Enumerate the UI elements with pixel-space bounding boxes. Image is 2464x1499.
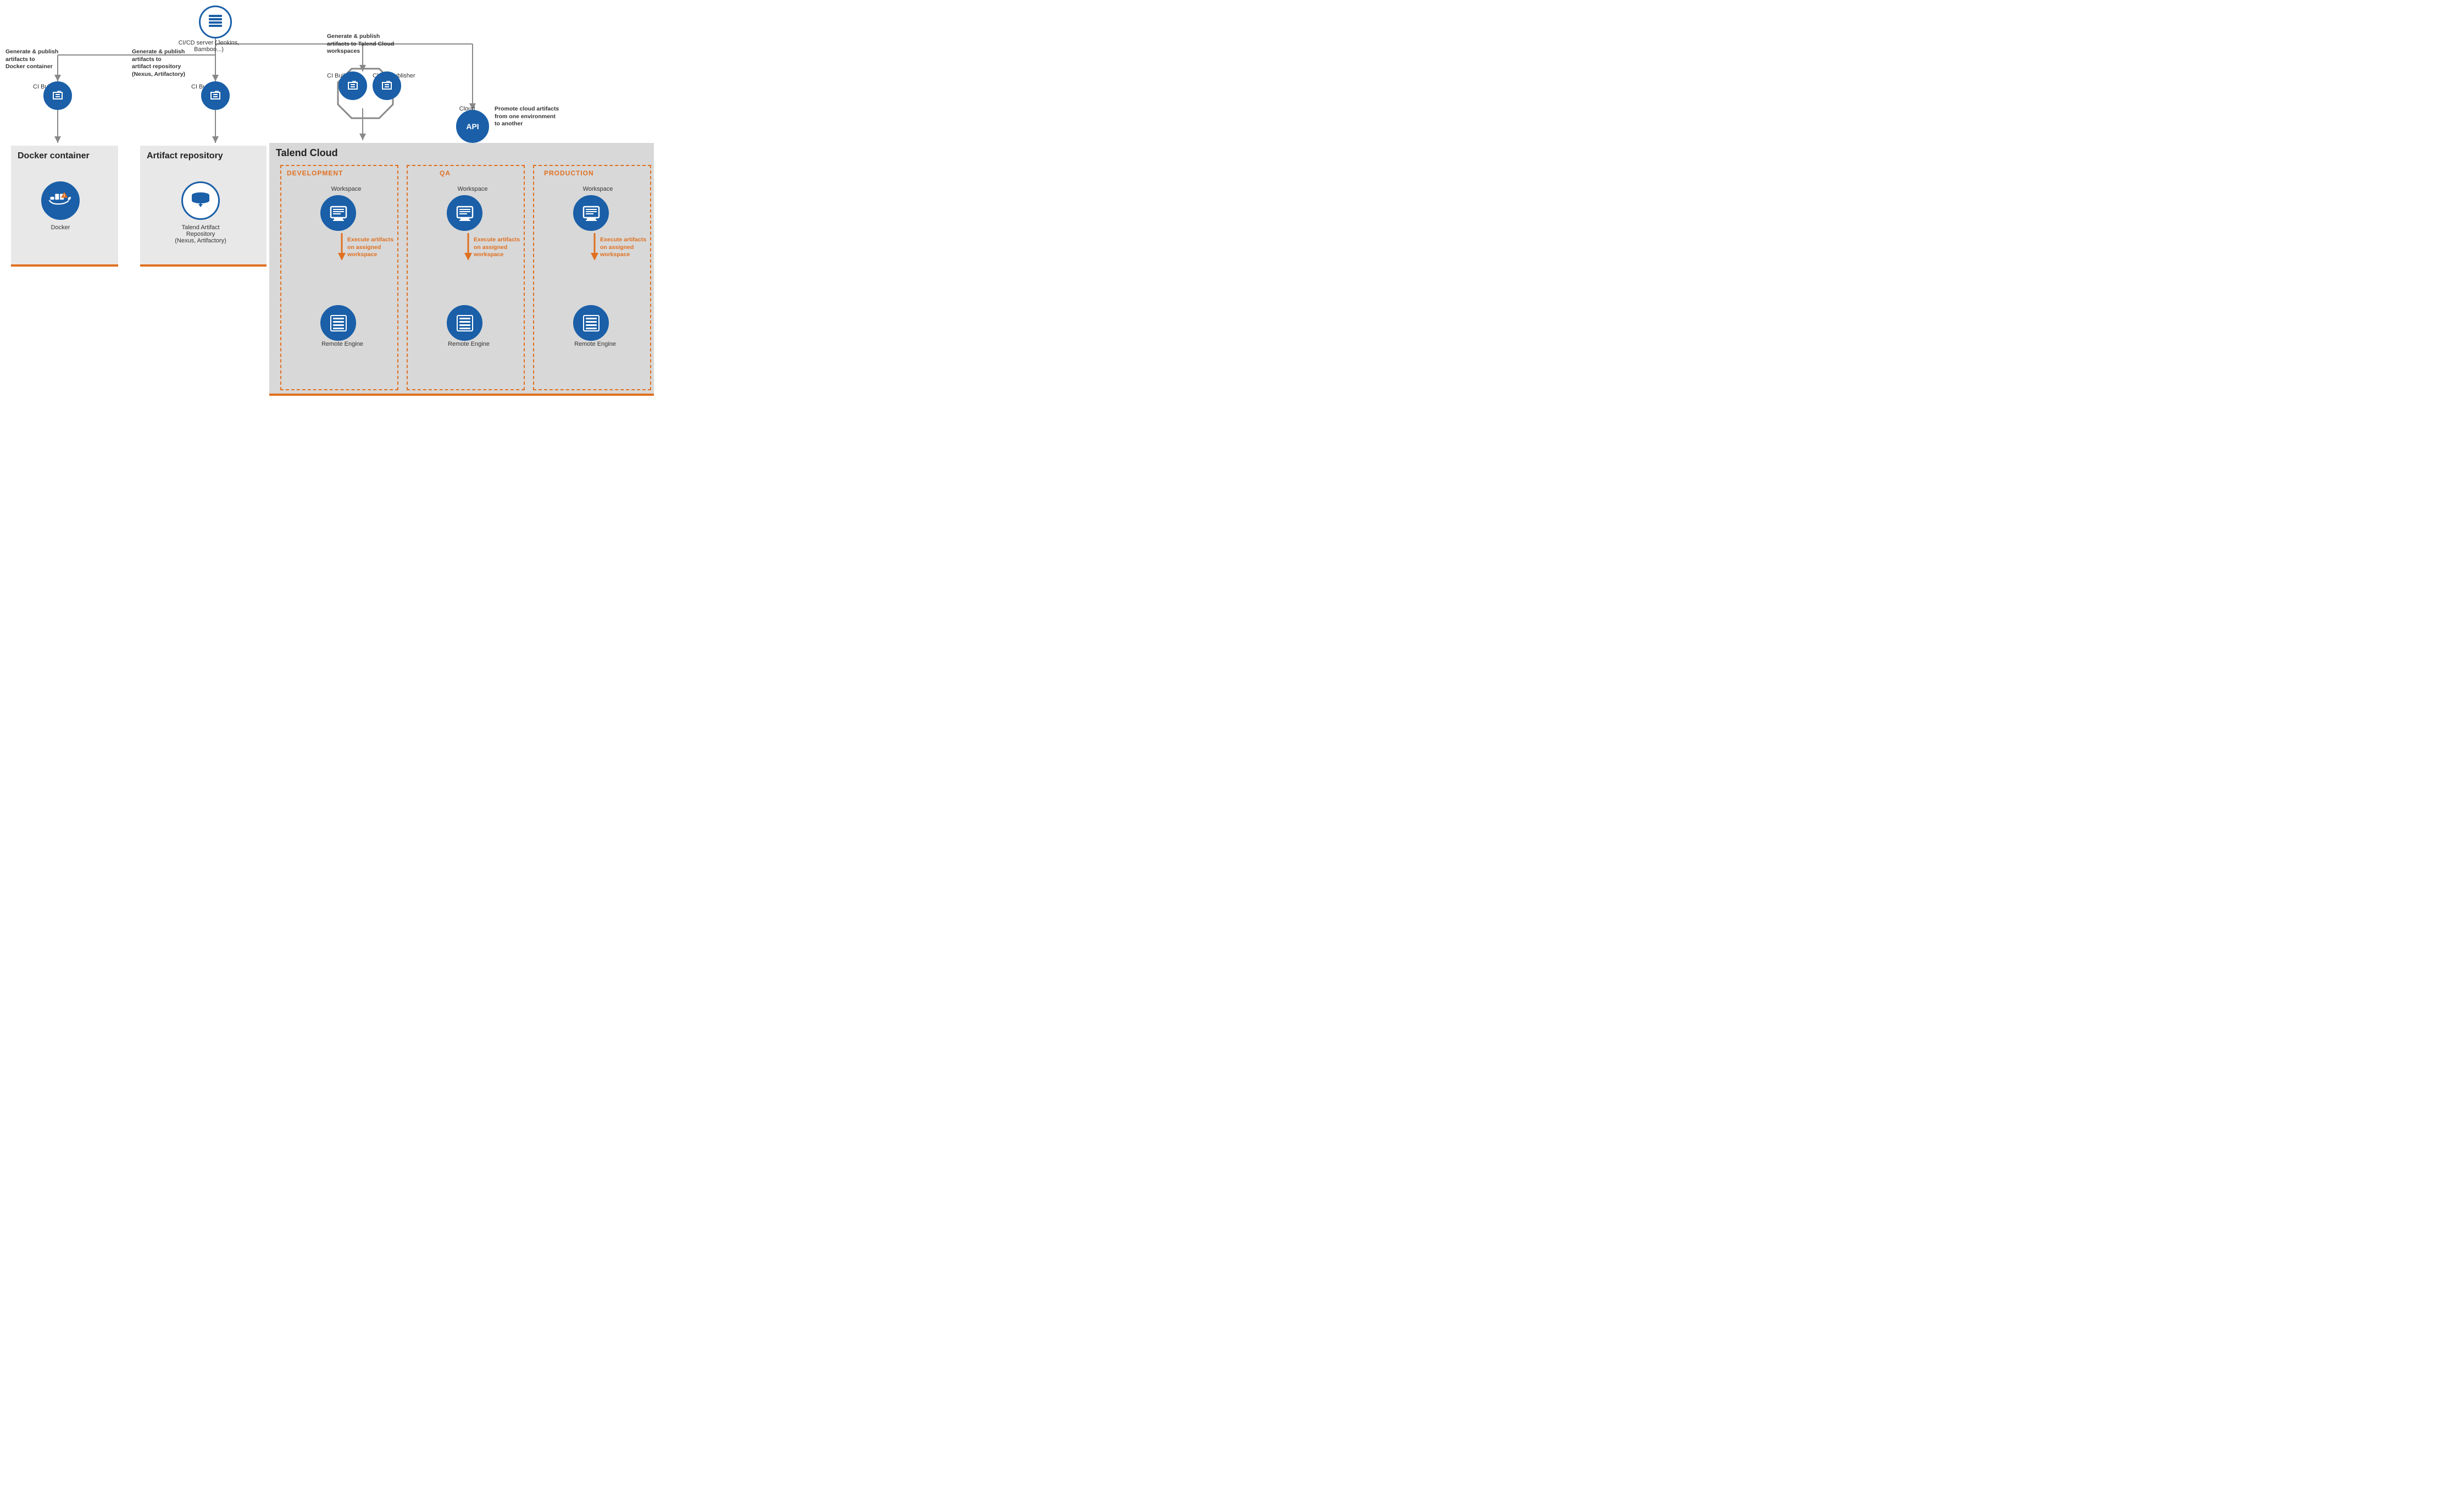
dev-workspace-label: Workspace	[324, 186, 368, 192]
cloud-ci-builder-icon	[338, 71, 367, 100]
docker-ci-builder-icon	[43, 81, 72, 110]
prod-orange-arrow	[589, 233, 600, 261]
qa-workspace-label: Workspace	[451, 186, 495, 192]
artifact-arrow-label: Generate & publishartifacts toartifact r…	[132, 48, 217, 79]
dev-engine-label: Remote Engine	[318, 341, 367, 347]
prod-engine-icon	[573, 305, 609, 341]
dev-orange-arrow	[336, 233, 347, 261]
prod-env-title: PRODUCTION	[544, 169, 594, 177]
qa-env-title: QA	[440, 169, 451, 177]
dev-engine-icon	[320, 305, 356, 341]
docker-arrow-label: Generate & publishartifacts toDocker con…	[5, 48, 77, 71]
prod-workspace-label: Workspace	[576, 186, 620, 192]
docker-box-title: Docker container	[18, 151, 90, 161]
talend-cloud-title: Talend Cloud	[276, 147, 338, 159]
qa-workspace-icon	[447, 195, 482, 231]
prod-execute-label: Execute artifactson assignedworkspace	[600, 236, 666, 259]
cloud-publisher-icon	[373, 71, 401, 100]
qa-orange-arrow	[463, 233, 474, 261]
qa-engine-label: Remote Engine	[444, 341, 493, 347]
docker-label: Docker	[41, 224, 80, 231]
qa-execute-label: Execute artifactson assignedworkspace	[474, 236, 540, 259]
artifact-ci-builder-icon	[201, 81, 230, 110]
docker-icon: !	[41, 181, 80, 220]
prod-workspace-icon	[573, 195, 609, 231]
dev-workspace-icon	[320, 195, 356, 231]
artifact-repo-label: Talend ArtifactRepository(Nexus, Artifac…	[165, 224, 236, 244]
artifact-box-title: Artifact repository	[147, 151, 223, 161]
promote-arrow-label: Promote cloud artifactsfrom one environm…	[495, 106, 596, 128]
diagram: CI/CD server (Jenkins, Bamboo...) Genera…	[0, 0, 659, 401]
artifact-repo-icon	[181, 181, 220, 220]
dev-execute-label: Execute artifactson assignedworkspace	[347, 236, 413, 259]
cloud-api-icon: API	[456, 110, 489, 143]
cloud-arrow-label: Generate & publishartifacts to Talend Cl…	[327, 33, 431, 56]
qa-engine-icon	[447, 305, 482, 341]
cicd-server-icon	[199, 5, 232, 38]
prod-engine-label: Remote Engine	[570, 341, 620, 347]
dev-env-title: DEVELOPMENT	[287, 169, 343, 177]
svg-text:!: !	[64, 194, 65, 198]
